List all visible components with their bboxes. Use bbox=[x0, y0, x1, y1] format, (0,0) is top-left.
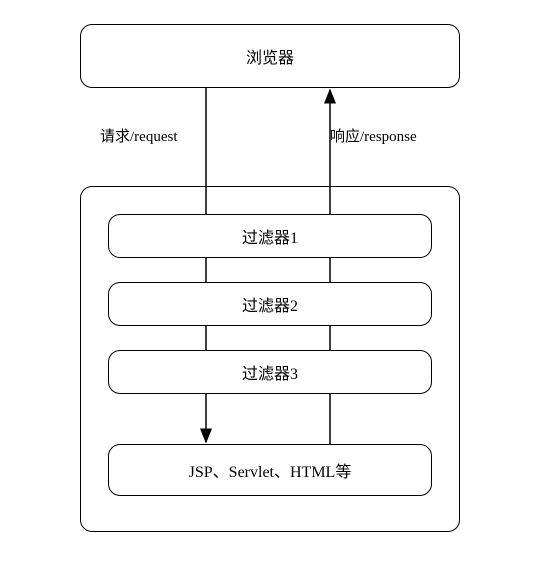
filter-1-box: 过滤器1 bbox=[108, 214, 432, 258]
filter-1-label: 过滤器1 bbox=[242, 224, 298, 248]
filter-3-box: 过滤器3 bbox=[108, 350, 432, 394]
response-arrow-label: 响应/response bbox=[330, 125, 417, 146]
browser-label: 浏览器 bbox=[246, 44, 294, 68]
target-label: JSP、Servlet、HTML等 bbox=[189, 458, 352, 482]
browser-box: 浏览器 bbox=[80, 24, 460, 88]
filter-3-label: 过滤器3 bbox=[242, 360, 298, 384]
filter-2-label: 过滤器2 bbox=[242, 292, 298, 316]
filter-2-box: 过滤器2 bbox=[108, 282, 432, 326]
request-arrow-label: 请求/request bbox=[100, 125, 177, 146]
target-box: JSP、Servlet、HTML等 bbox=[108, 444, 432, 496]
